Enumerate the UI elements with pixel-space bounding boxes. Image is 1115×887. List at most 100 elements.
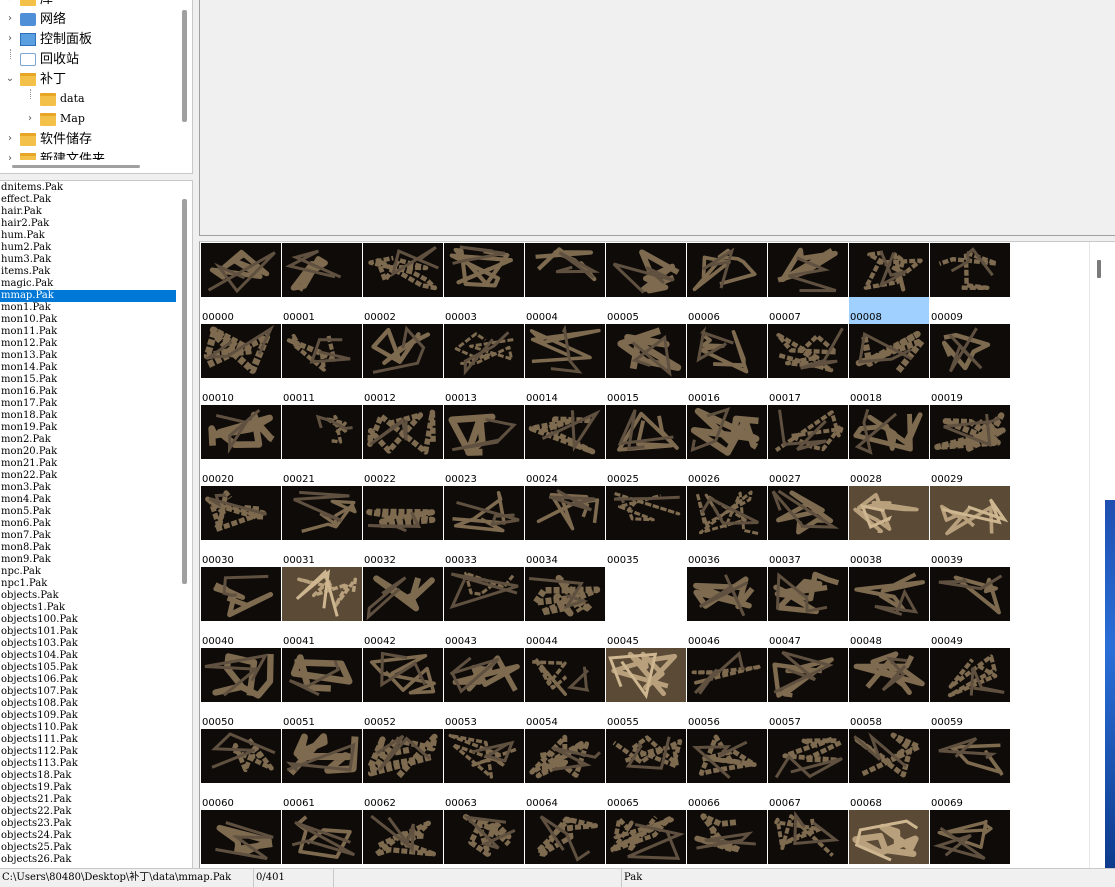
map-thumbnail-item[interactable]: 00006 [687,243,768,324]
map-thumbnail-item[interactable]: 00069 [930,729,1011,810]
file-list-item[interactable]: mon10.Pak [0,314,176,326]
map-thumbnail-item[interactable]: 00030 [201,486,282,567]
expand-chevron-icon[interactable]: › [4,29,16,49]
collapse-chevron-icon[interactable]: ⌄ [4,69,16,89]
map-thumbnail-item[interactable] [930,810,1011,868]
file-list-item[interactable]: mon21.Pak [0,458,176,470]
folder-tree-vertical-scrollbar[interactable] [177,0,192,160]
file-list-item[interactable]: objects107.Pak [0,686,176,698]
map-thumbnail-item[interactable]: 00014 [525,324,606,405]
file-list-item[interactable]: mon15.Pak [0,374,176,386]
map-thumbnail-item[interactable] [525,810,606,868]
map-thumbnail-item[interactable] [606,810,687,868]
map-thumbnail-item[interactable] [444,810,525,868]
map-thumbnail-item[interactable]: 00007 [768,243,849,324]
map-thumbnail-item[interactable]: 00047 [768,567,849,648]
map-thumbnail-item[interactable]: 00056 [687,648,768,729]
map-thumbnail-item[interactable]: 00068 [849,729,930,810]
file-list-item[interactable]: effect.Pak [0,194,176,206]
map-thumbnail-item[interactable]: 00063 [444,729,525,810]
map-thumbnail-item[interactable]: 00024 [525,405,606,486]
map-thumbnail-item[interactable]: 00044 [525,567,606,648]
map-thumbnail-item[interactable]: 00010 [201,324,282,405]
file-list-item[interactable]: objects18.Pak [0,770,176,782]
map-thumbnail-item[interactable]: 00055 [606,648,687,729]
tree-item[interactable]: ⌄ 补丁 [0,69,176,89]
file-list-vertical-scrollbar[interactable] [177,181,192,868]
file-list-item[interactable]: objects112.Pak [0,746,176,758]
file-list-item[interactable]: mon14.Pak [0,362,176,374]
map-thumbnail-item[interactable]: 00003 [444,243,525,324]
file-list-item[interactable]: objects111.Pak [0,734,176,746]
expand-chevron-icon[interactable]: › [24,109,36,129]
tree-item[interactable]: ›库 [0,0,176,9]
map-thumbnail-item[interactable]: 00021 [282,405,363,486]
scrollbar-thumb[interactable] [182,10,187,122]
file-list-item[interactable]: objects101.Pak [0,626,176,638]
file-list-item[interactable]: npc.Pak [0,566,176,578]
map-thumbnail-item[interactable]: 00022 [363,405,444,486]
folder-tree[interactable]: ›库›网络›控制面板回收站⌄补丁data›Map›软件储存›新建文件夹 [0,0,193,174]
map-thumbnail-item[interactable]: 00000 [201,243,282,324]
map-thumbnail-item[interactable]: 00034 [525,486,606,567]
map-thumbnail-item[interactable]: 00037 [768,486,849,567]
map-thumbnail-item[interactable] [363,810,444,868]
map-thumbnail-item[interactable] [849,810,930,868]
map-thumbnail-item[interactable]: 00049 [930,567,1011,648]
map-thumbnail-item[interactable]: 00064 [525,729,606,810]
file-list-item[interactable]: mon11.Pak [0,326,176,338]
map-thumbnail-item[interactable]: 00052 [363,648,444,729]
map-thumbnail-item[interactable]: 00039 [930,486,1011,567]
file-list-item[interactable]: mon3.Pak [0,482,176,494]
file-list-item[interactable]: objects1.Pak [0,602,176,614]
map-thumbnail-item[interactable] [768,810,849,868]
file-list-item[interactable]: mon17.Pak [0,398,176,410]
map-thumbnail-item[interactable]: 00038 [849,486,930,567]
file-list-item[interactable]: mon16.Pak [0,386,176,398]
file-list-item[interactable]: mon7.Pak [0,530,176,542]
map-thumbnail-item[interactable]: 00065 [606,729,687,810]
map-thumbnail-item[interactable] [687,810,768,868]
file-list-item[interactable]: hum2.Pak [0,242,176,254]
map-thumbnail-item[interactable]: 00011 [282,324,363,405]
tree-item[interactable]: 回收站 [0,49,176,69]
file-list-item[interactable]: objects105.Pak [0,662,176,674]
file-list-item[interactable]: magic.Pak [0,278,176,290]
map-thumbnail-item[interactable]: 00001 [282,243,363,324]
map-thumbnail-item[interactable]: 00062 [363,729,444,810]
map-thumbnail-item[interactable]: 00018 [849,324,930,405]
map-thumbnail-item[interactable]: 00040 [201,567,282,648]
map-thumbnail-item[interactable]: 00035 [606,486,687,567]
map-thumbnail-item[interactable]: 00033 [444,486,525,567]
map-thumbnail-item[interactable] [282,810,363,868]
map-thumbnail-item[interactable]: 00054 [525,648,606,729]
file-list-item[interactable]: objects100.Pak [0,614,176,626]
map-thumbnail-item[interactable]: 00045 [606,567,687,648]
map-thumbnail-item[interactable]: 00061 [282,729,363,810]
file-list-item[interactable]: objects23.Pak [0,818,176,830]
map-thumbnail-item[interactable]: 00002 [363,243,444,324]
file-list-item[interactable]: mon1.Pak [0,302,176,314]
scrollbar-thumb[interactable] [1097,260,1101,278]
map-thumbnail-item[interactable]: 00031 [282,486,363,567]
file-list-item[interactable]: mon5.Pak [0,506,176,518]
file-list-item[interactable]: mon13.Pak [0,350,176,362]
file-list-item[interactable]: objects25.Pak [0,842,176,854]
file-list-item[interactable]: dnitems.Pak [0,182,176,194]
map-thumbnail-item[interactable]: 00067 [768,729,849,810]
expand-chevron-icon[interactable]: › [4,9,16,29]
file-list-item[interactable]: objects110.Pak [0,722,176,734]
map-thumbnail-item[interactable]: 00041 [282,567,363,648]
map-thumbnail-item[interactable]: 00059 [930,648,1011,729]
tree-item[interactable]: data [0,89,176,109]
file-list-item[interactable]: objects24.Pak [0,830,176,842]
file-list-item[interactable]: objects103.Pak [0,638,176,650]
map-thumbnail-item[interactable]: 00060 [201,729,282,810]
map-thumbnail-item[interactable]: 00016 [687,324,768,405]
file-list-item[interactable]: objects104.Pak [0,650,176,662]
map-thumbnail-item[interactable]: 00050 [201,648,282,729]
file-list-item[interactable]: objects.Pak [0,590,176,602]
file-list-item[interactable]: hair.Pak [0,206,176,218]
map-thumbnail-item[interactable]: 00036 [687,486,768,567]
map-thumbnail-item[interactable]: 00012 [363,324,444,405]
